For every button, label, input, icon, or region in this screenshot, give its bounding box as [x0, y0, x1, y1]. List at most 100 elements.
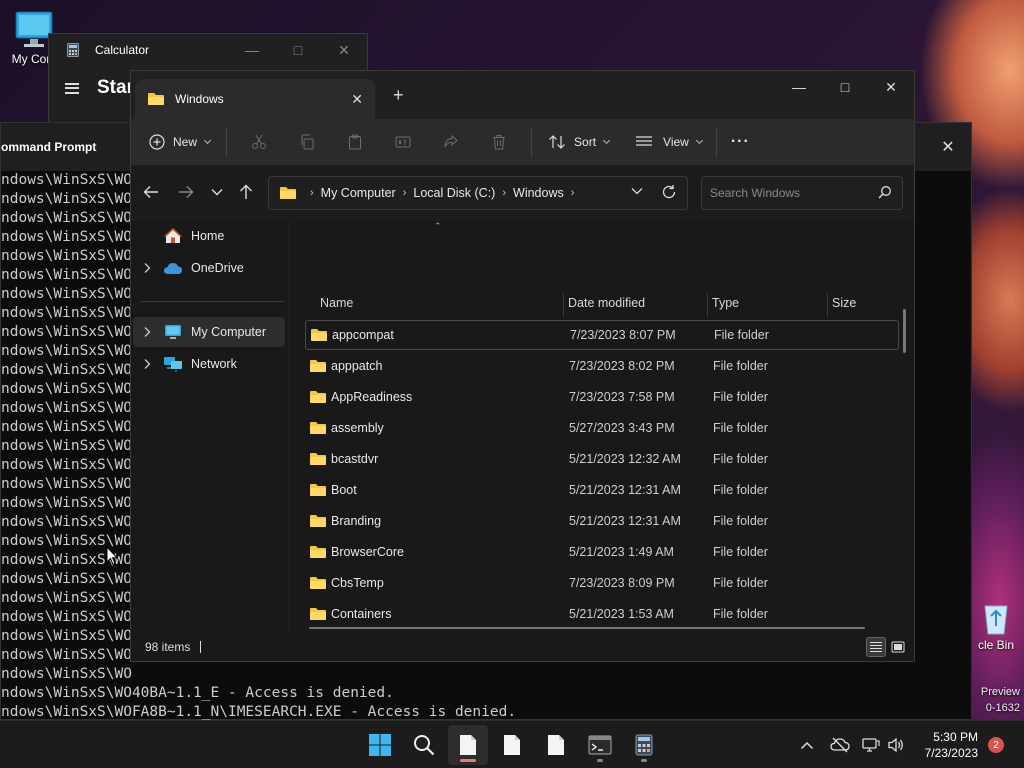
maximize-button[interactable]: □	[822, 71, 868, 103]
column-divider[interactable]	[707, 293, 708, 317]
onedrive-tray-icon[interactable]	[830, 721, 850, 768]
file-row[interactable]: Boot 5/21/2023 12:31 AM File folder	[305, 475, 899, 505]
tiles-view-button[interactable]	[888, 637, 908, 657]
close-button[interactable]: ✕	[321, 42, 367, 59]
chevron-right-icon[interactable]: ›	[403, 187, 407, 199]
share-button[interactable]	[427, 134, 475, 150]
refresh-icon[interactable]	[661, 184, 677, 200]
file-row[interactable]: CbsTemp 7/23/2023 8:09 PM File folder	[305, 568, 899, 598]
column-header-name[interactable]: Name	[320, 290, 353, 316]
chevron-right-icon[interactable]: ›	[502, 187, 506, 199]
chevron-right-icon[interactable]	[143, 262, 151, 274]
forward-button[interactable]	[174, 179, 198, 205]
nav-item-home[interactable]: Home	[133, 221, 285, 251]
file-type: File folder	[713, 607, 768, 621]
column-header-date-modified[interactable]: Date modified	[568, 290, 645, 316]
breadcrumb-item[interactable]: My Computer	[321, 186, 396, 200]
item-count: 98 items	[145, 640, 191, 654]
chevron-right-icon[interactable]	[143, 326, 151, 338]
nav-item-onedrive[interactable]: OneDrive	[133, 253, 285, 283]
breadcrumb-item[interactable]: Windows	[513, 186, 564, 200]
folder-icon	[310, 484, 326, 496]
file-row[interactable]: Branding 5/21/2023 12:31 AM File folder	[305, 506, 899, 536]
recent-locations-button[interactable]	[205, 179, 229, 205]
close-button[interactable]: ✕	[868, 71, 914, 103]
column-divider[interactable]	[563, 293, 564, 317]
folder-icon	[310, 608, 326, 620]
delete-button[interactable]	[475, 134, 523, 150]
file-date: 5/21/2023 12:31 AM	[569, 483, 681, 497]
file-row[interactable]: bcastdvr 5/21/2023 12:32 AM File folder	[305, 444, 899, 474]
start-button[interactable]	[360, 725, 400, 765]
view-button[interactable]: View	[635, 126, 703, 158]
calculator-titlebar[interactable]: Calculator — □ ✕	[49, 34, 367, 66]
file-row[interactable]: BrowserCore 5/21/2023 1:49 AM File folder	[305, 537, 899, 567]
folder-icon	[310, 360, 326, 372]
file-row[interactable]: Containers 5/21/2023 1:53 AM File folder	[305, 599, 899, 629]
pane-splitter[interactable]	[289, 221, 290, 633]
nav-item-my-computer[interactable]: My Computer	[133, 317, 285, 347]
tab-windows[interactable]: Windows ✕	[135, 79, 375, 119]
network-icon	[164, 357, 182, 372]
file-row[interactable]: apppatch 7/23/2023 8:02 PM File folder	[305, 351, 899, 381]
calculator-app-icon	[67, 43, 79, 57]
close-button[interactable]: ✕	[925, 137, 971, 157]
network-tray-icon[interactable]	[862, 721, 880, 768]
chevron-down-icon[interactable]	[631, 187, 643, 195]
volume-tray-icon[interactable]	[887, 721, 905, 768]
maximize-button[interactable]: □	[275, 42, 321, 59]
see-more-button[interactable]: ···	[731, 126, 750, 158]
file-row[interactable]: appcompat 7/23/2023 8:07 PM File folder	[305, 320, 899, 350]
status-bar: 98 items	[131, 633, 914, 661]
column-header-size[interactable]: Size	[832, 290, 856, 316]
chevron-right-icon[interactable]: ›	[571, 187, 575, 199]
back-button[interactable]	[139, 179, 163, 205]
minimize-button[interactable]: —	[776, 71, 822, 103]
vertical-scrollbar[interactable]	[903, 309, 906, 353]
separator	[715, 127, 717, 157]
column-header-label: Type	[712, 296, 740, 310]
clock[interactable]: 5:30 PM 7/23/2023	[925, 729, 978, 761]
minimize-button[interactable]: —	[229, 42, 275, 59]
folder-icon	[310, 515, 326, 527]
up-button[interactable]	[234, 179, 258, 205]
breadcrumb-item[interactable]: Local Disk (C:)	[413, 186, 495, 200]
search-button[interactable]	[404, 725, 444, 765]
file-row[interactable]: assembly 5/27/2023 3:43 PM File folder	[305, 413, 899, 443]
taskbar-app-calculator[interactable]	[624, 725, 664, 765]
horizontal-scrollbar[interactable]	[309, 627, 865, 629]
file-row[interactable]: AppReadiness 7/23/2023 7:58 PM File folder	[305, 382, 899, 412]
file-name-cell: Boot	[305, 483, 569, 497]
taskbar-app-document[interactable]	[492, 725, 532, 765]
taskbar-app-file-explorer[interactable]	[448, 725, 488, 765]
file-explorer-window[interactable]: Windows ✕ + — □ ✕ New Sort View ··· › My…	[130, 70, 915, 662]
close-tab-icon[interactable]: ✕	[351, 91, 363, 108]
address-bar[interactable]: › My Computer › Local Disk (C:) › Window…	[268, 176, 688, 210]
search-box[interactable]: Search Windows	[701, 176, 903, 210]
hamburger-menu-icon[interactable]	[65, 82, 79, 94]
desktop-icon-recycle-bin[interactable]: cle Bin	[968, 600, 1024, 652]
desktop-icon-label: cle Bin	[977, 638, 1015, 652]
rename-button[interactable]	[379, 134, 427, 150]
nav-item-label: My Computer	[191, 325, 267, 339]
paste-button[interactable]	[331, 134, 379, 150]
sort-button[interactable]: Sort	[548, 126, 611, 158]
column-header-label: Name	[320, 296, 354, 310]
taskbar: 5:30 PM 7/23/2023 2	[0, 720, 1024, 768]
chevron-right-icon[interactable]: ›	[310, 187, 314, 199]
chevron-right-icon[interactable]	[143, 358, 151, 370]
show-hidden-icons-button[interactable]	[800, 721, 814, 768]
notification-badge[interactable]: 2	[988, 737, 1004, 753]
taskbar-app-document[interactable]	[536, 725, 576, 765]
search-input[interactable]: Search Windows	[710, 186, 800, 200]
new-tab-button[interactable]: +	[393, 85, 404, 106]
taskbar-app-command-prompt[interactable]	[580, 725, 620, 765]
folder-icon	[310, 422, 326, 434]
copy-button[interactable]	[283, 134, 331, 150]
cut-button[interactable]	[235, 134, 283, 150]
nav-item-network[interactable]: Network	[133, 349, 285, 379]
column-divider[interactable]	[827, 293, 828, 317]
details-view-button[interactable]	[866, 637, 886, 657]
column-header-type[interactable]: Type	[712, 290, 739, 316]
new-button[interactable]: New	[149, 126, 212, 158]
